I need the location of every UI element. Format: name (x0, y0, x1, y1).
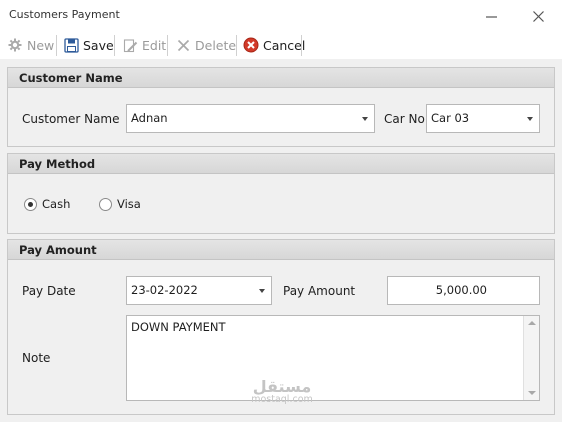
car-no-label: Car No (384, 112, 425, 126)
scroll-up-icon[interactable] (528, 321, 536, 325)
visa-radio[interactable]: Visa (99, 197, 141, 211)
radio-checked-icon[interactable] (24, 197, 37, 211)
new-button[interactable]: New (5, 34, 56, 56)
pay-amount-label: Pay Amount (283, 284, 356, 298)
pay-amount-input[interactable]: 5,000.00 (387, 276, 540, 305)
edit-button[interactable]: Edit (120, 34, 168, 56)
scroll-down-icon[interactable] (528, 391, 536, 395)
close-button[interactable] (525, 4, 551, 28)
chevron-down-icon[interactable] (527, 117, 533, 121)
toolbar: New Save Edit Delete Cancel (0, 32, 562, 59)
chevron-down-icon[interactable] (259, 289, 265, 293)
edit-label: Edit (142, 37, 167, 53)
delete-label: Delete (195, 37, 237, 53)
gear-icon (7, 37, 23, 53)
visa-radio-label: Visa (117, 197, 141, 211)
close-icon (532, 10, 544, 22)
note-scrollbar[interactable] (523, 316, 539, 400)
edit-icon (122, 37, 138, 53)
note-label: Note (22, 351, 51, 365)
note-textarea[interactable]: DOWN PAYMENT (126, 315, 540, 401)
pay-amount-value: 5,000.00 (435, 283, 487, 297)
minimize-button[interactable] (478, 4, 504, 28)
customer-name-value: Adnan (131, 111, 168, 125)
pay-date-label: Pay Date (22, 284, 76, 298)
minimize-icon (485, 15, 497, 18)
cancel-button[interactable]: Cancel (241, 34, 307, 56)
save-label: Save (83, 37, 114, 53)
watermark: مستقل mostaql.com (247, 377, 317, 405)
pay-amount-group-header: Pay Amount (8, 240, 554, 260)
car-no-combo[interactable]: Car 03 (426, 104, 540, 133)
toolbar-separator (167, 35, 168, 56)
cash-radio-label: Cash (42, 197, 71, 211)
toolbar-separator (236, 35, 237, 56)
delete-button[interactable]: Delete (173, 34, 238, 56)
title-bar: Customers Payment (0, 0, 562, 32)
delete-icon (175, 37, 191, 53)
car-no-value: Car 03 (431, 111, 470, 125)
customer-name-label: Customer Name (22, 112, 120, 126)
pay-date-value: 23-02-2022 (131, 283, 198, 297)
cancel-label: Cancel (263, 37, 306, 53)
new-label: New (27, 37, 55, 53)
pay-method-group: Pay Method (7, 153, 555, 234)
toolbar-separator (114, 35, 115, 56)
toolbar-separator (56, 35, 57, 56)
window-title: Customers Payment (9, 8, 120, 21)
save-button[interactable]: Save (61, 34, 116, 56)
watermark-text: mostaql.com (251, 394, 313, 405)
toolbar-separator (301, 35, 302, 56)
customer-name-combo[interactable]: Adnan (126, 104, 375, 133)
radio-unchecked-icon[interactable] (99, 197, 112, 211)
pay-date-picker[interactable]: 23-02-2022 (126, 276, 272, 305)
chevron-down-icon[interactable] (362, 117, 368, 121)
customer-group-header: Customer Name (8, 68, 554, 88)
save-icon (63, 37, 79, 53)
cash-radio[interactable]: Cash (24, 197, 70, 211)
pay-method-group-header: Pay Method (8, 154, 554, 174)
note-value: DOWN PAYMENT (131, 320, 226, 334)
cancel-icon (243, 37, 259, 53)
